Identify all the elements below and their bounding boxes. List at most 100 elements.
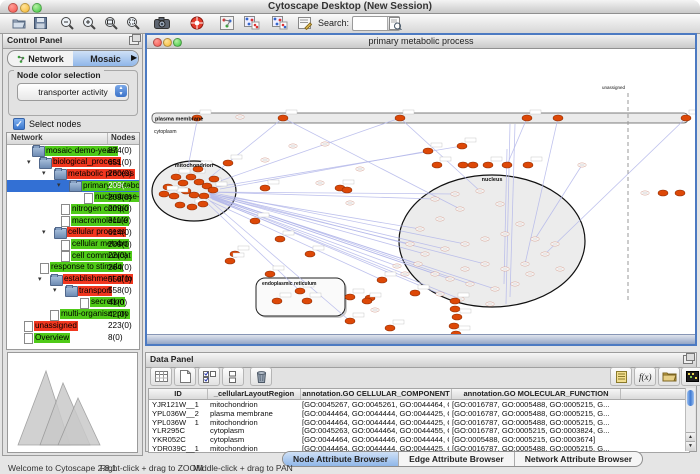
tree-row[interactable]: nucleobase-209(0): [7, 192, 139, 204]
network-node[interactable]: [171, 174, 181, 180]
network-node[interactable]: [345, 294, 355, 300]
network-node[interactable]: [450, 298, 460, 304]
zoom-fit-icon[interactable]: [102, 15, 120, 31]
column-header[interactable]: annotation.GO CELLULAR_COMPONENT: [301, 389, 452, 399]
tree-row[interactable]: ▾biological_process651(0): [7, 157, 139, 169]
select-attributes-icon[interactable]: [198, 367, 220, 386]
birdseye-view[interactable]: [7, 352, 138, 453]
table-scrollbar[interactable]: ▲ ▼: [685, 388, 695, 451]
expand-arrow-icon[interactable]: ▾: [57, 182, 61, 190]
matrix-view-icon[interactable]: [681, 367, 700, 386]
attribute-table-header[interactable]: ID_cellularLayoutRegionannotation.GO CEL…: [149, 389, 689, 400]
network-node[interactable]: [250, 218, 260, 224]
save-session-icon[interactable]: [31, 15, 49, 31]
node-color-dropdown[interactable]: transporter activity ▲▼: [17, 83, 129, 101]
expand-arrow-icon[interactable]: ▾: [53, 287, 57, 295]
float-panel-icon[interactable]: [129, 36, 139, 45]
network-node[interactable]: [295, 288, 305, 294]
tree-row[interactable]: Overview8(0): [7, 332, 139, 344]
network-node[interactable]: [385, 325, 395, 331]
network-node[interactable]: [159, 191, 169, 197]
network-node[interactable]: [681, 115, 691, 121]
network-node[interactable]: [278, 115, 288, 121]
network-node[interactable]: [225, 258, 235, 264]
tab-node-attribute-browser[interactable]: Node Attribute Browser: [283, 452, 399, 466]
network-node[interactable]: [452, 314, 462, 320]
network-overview-icon[interactable]: [218, 15, 236, 31]
network-node[interactable]: [432, 162, 442, 168]
column-header[interactable]: annotation.GO MOLECULAR_FUNCTION: [452, 389, 621, 399]
destroy-network-icon[interactable]: [243, 15, 261, 31]
network-node[interactable]: [377, 277, 387, 283]
network-node[interactable]: [345, 318, 355, 324]
table-row[interactable]: YJR121W__1mitochondrion[GO:0045267, GO:0…: [149, 400, 689, 409]
dropdown-stepper-icon[interactable]: ▲▼: [115, 85, 127, 97]
network-node[interactable]: [208, 187, 218, 193]
table-row[interactable]: YPL036W__2plasma membrane[GO:0044464, GO…: [149, 409, 689, 418]
open-network-icon[interactable]: [10, 15, 28, 31]
network-node[interactable]: [553, 115, 563, 121]
scrollbar-thumb[interactable]: [687, 390, 694, 406]
network-node[interactable]: [458, 162, 468, 168]
attribute-table-icon[interactable]: [150, 367, 172, 386]
expand-arrow-icon[interactable]: ▾: [42, 229, 46, 237]
tree-row[interactable]: secretion41(0): [7, 297, 139, 309]
network-node[interactable]: [175, 202, 185, 208]
network-node[interactable]: [260, 185, 270, 191]
network-node[interactable]: [265, 271, 275, 277]
annotation-icon[interactable]: [296, 15, 314, 31]
network-node[interactable]: [502, 162, 512, 168]
create-network-icon[interactable]: [271, 15, 289, 31]
table-row[interactable]: YKR052Ccytoplasm[GO:0044464, GO:0044446,…: [149, 435, 689, 444]
table-row[interactable]: YPL036W__1mitochondrion[GO:0044464, GO:0…: [149, 418, 689, 427]
expand-arrow-icon[interactable]: ▾: [38, 276, 42, 284]
tree-row[interactable]: cell communicat22(0): [7, 250, 139, 262]
network-node[interactable]: [223, 160, 233, 166]
zoom-selected-icon[interactable]: [124, 15, 142, 31]
tree-row[interactable]: ▾establishment of lo558(0): [7, 274, 139, 286]
network-node[interactable]: [342, 187, 352, 193]
new-attribute-icon[interactable]: [174, 367, 196, 386]
column-mode-icon[interactable]: [222, 367, 244, 386]
network-node[interactable]: [178, 180, 188, 186]
network-node[interactable]: [187, 204, 197, 210]
tree-header[interactable]: Network Nodes: [7, 133, 139, 145]
network-node[interactable]: [302, 298, 312, 304]
network-node[interactable]: [449, 323, 459, 329]
tabs-overflow-arrow[interactable]: ▶: [131, 53, 137, 62]
network-node[interactable]: [395, 115, 405, 121]
search-options-icon[interactable]: [386, 15, 404, 31]
network-node[interactable]: [522, 115, 532, 121]
network-canvas[interactable]: plasma membranecytoplasmmitochondrionnuc…: [147, 49, 695, 335]
tree-row[interactable]: cellular metabo209(0): [7, 239, 139, 251]
network-node[interactable]: [186, 174, 196, 180]
network-node[interactable]: [305, 251, 315, 257]
tree-row[interactable]: ▾cellular process614(0): [7, 227, 139, 239]
network-node[interactable]: [209, 176, 219, 182]
tree-row[interactable]: unassigned223(0): [7, 320, 139, 332]
network-node[interactable]: [675, 190, 685, 196]
zoom-in-icon[interactable]: [80, 15, 98, 31]
float-panel-icon[interactable]: [683, 355, 693, 364]
function-builder-icon[interactable]: f(x): [634, 367, 656, 386]
network-node[interactable]: [189, 192, 199, 198]
tree-row[interactable]: ▾metabolic process280(0): [7, 168, 139, 180]
import-attributes-icon[interactable]: [658, 367, 680, 386]
network-node[interactable]: [658, 190, 668, 196]
network-node[interactable]: [483, 162, 493, 168]
help-icon[interactable]: [188, 15, 206, 31]
column-header[interactable]: _cellularLayoutRegion: [208, 389, 301, 399]
network-node[interactable]: [468, 162, 478, 168]
expand-arrow-icon[interactable]: ▾: [42, 170, 46, 178]
attribute-batch-editor-icon[interactable]: [610, 367, 632, 386]
network-node[interactable]: [198, 201, 208, 207]
table-row[interactable]: YLR295Ccytoplasm[GO:0045263, GO:0044464,…: [149, 426, 689, 435]
tree-row[interactable]: ▾primary metabo209(...: [7, 180, 139, 192]
network-node[interactable]: [523, 162, 533, 168]
network-node[interactable]: [457, 143, 467, 149]
tab-network-attribute-browser[interactable]: Network Attribute Browser: [515, 452, 642, 466]
tab-mosaic[interactable]: Mosaic: [73, 51, 138, 66]
network-node[interactable]: [272, 298, 282, 304]
tree-row[interactable]: nitrogen compo209(0): [7, 203, 139, 215]
tab-edge-attribute-browser[interactable]: Edge Attribute Browser: [399, 452, 515, 466]
